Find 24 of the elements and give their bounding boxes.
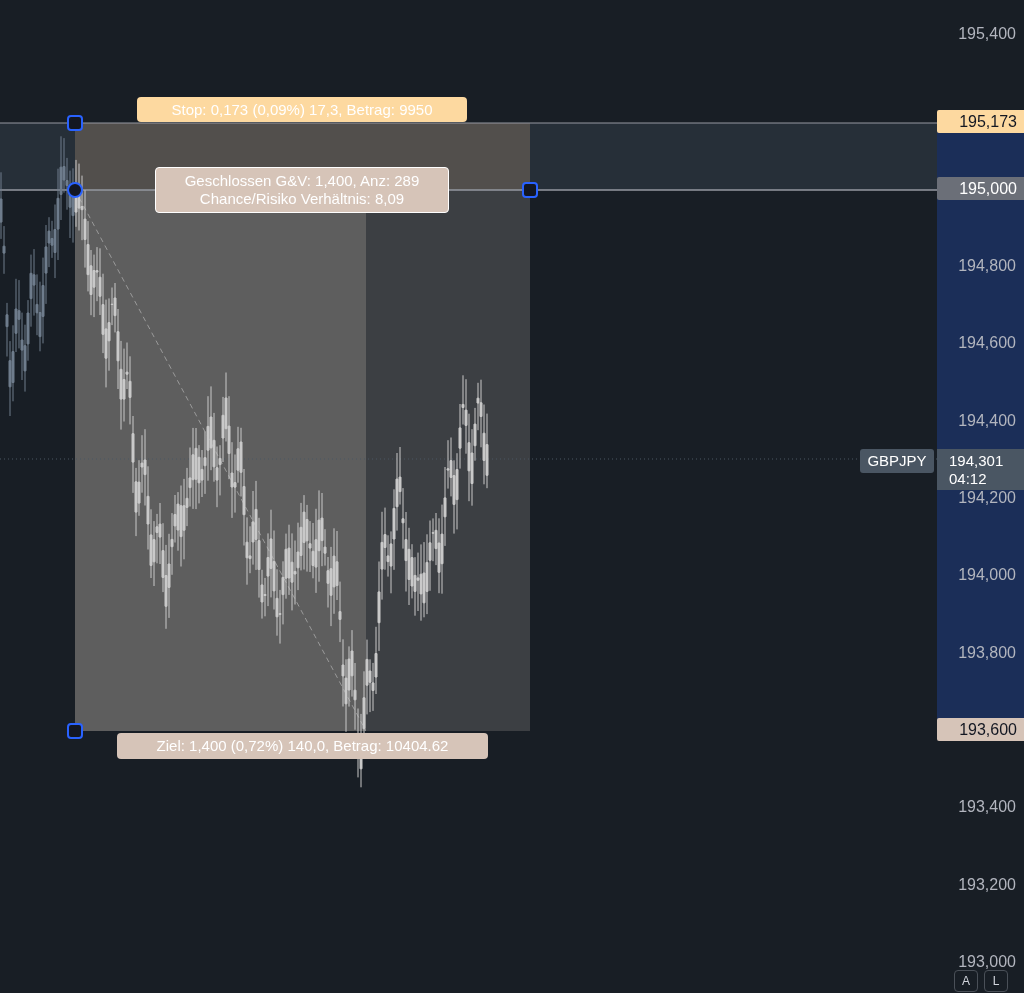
target-label: Ziel: 1,400 (0,72%) 140,0, Betrag: 10404.62 xyxy=(117,733,488,759)
price-tick: 194,400 xyxy=(958,410,1016,431)
drag-handle[interactable] xyxy=(67,115,83,131)
price-tick: 194,600 xyxy=(958,333,1016,354)
axis-mode-button[interactable]: L xyxy=(984,970,1008,992)
price-tick: 193,800 xyxy=(958,642,1016,663)
price-tick: 193,200 xyxy=(958,874,1016,895)
entry-price-marker: 195,000 xyxy=(937,177,1024,201)
drag-handle[interactable] xyxy=(67,723,83,739)
price-tick: 193,000 xyxy=(958,951,1016,972)
current-price-marker: 194,301 04:12 xyxy=(937,449,1024,490)
drag-handle[interactable] xyxy=(522,182,538,198)
price-tick: 193,400 xyxy=(958,797,1016,818)
symbol-label: GBPJPY xyxy=(860,449,934,473)
target-price-marker: 193,600 xyxy=(937,718,1024,742)
stop-label: Stop: 0,173 (0,09%) 17,3, Betrag: 9950 xyxy=(137,97,467,122)
drag-handle[interactable] xyxy=(67,182,83,198)
trade-summary-label: Geschlossen G&V: 1,400, Anz: 289 Chance/Risiko Verhältnis: 8,09 xyxy=(155,167,449,213)
price-tick: 194,200 xyxy=(958,487,1016,508)
price-tick: 194,000 xyxy=(958,565,1016,586)
axis-mode-button[interactable]: A xyxy=(954,970,978,992)
stop-price-marker: 195,173 xyxy=(937,110,1024,134)
price-tick: 195,400 xyxy=(958,24,1016,44)
price-tick: 194,800 xyxy=(958,256,1016,276)
